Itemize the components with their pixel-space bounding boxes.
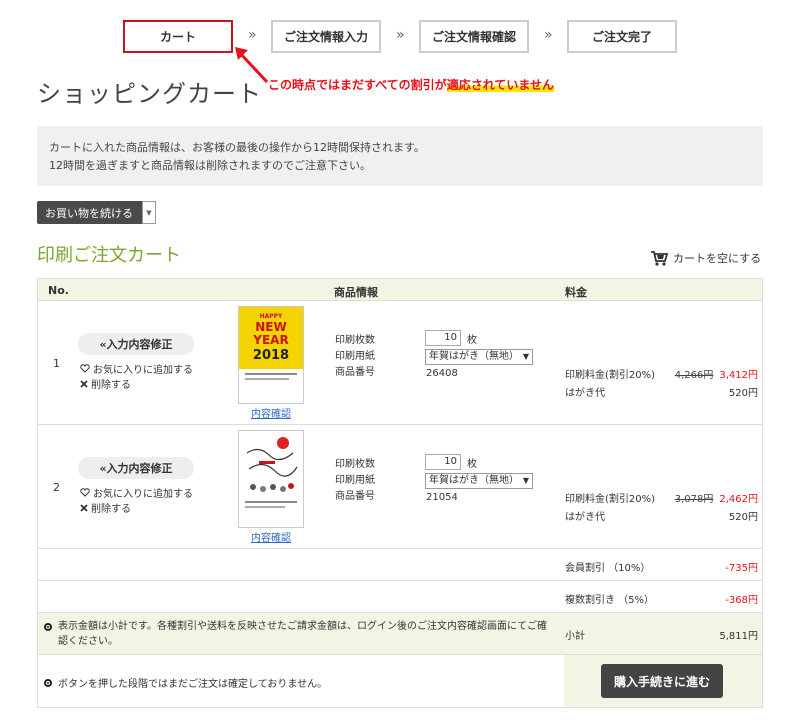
quantity-field: 10 枚 — [425, 454, 477, 470]
cart-retention-notice: カートに入れた商品情報は、お客様の最後の操作から12時間保持されます。 12時間… — [37, 126, 763, 186]
chevron-down-icon[interactable]: ▼ — [142, 201, 156, 224]
svg-text:YEAR: YEAR — [252, 333, 288, 347]
product-thumbnail[interactable]: HAPPY NEW YEAR 2018 — [238, 306, 304, 404]
discounted-price: 2,462円 — [719, 494, 758, 505]
quantity-field: 10 枚 — [425, 330, 477, 346]
product-code: 26408 — [426, 368, 458, 379]
checkout-steps: カート » ご注文情報入力 » ご注文情報確認 » ご注文完了 — [0, 20, 800, 54]
paper-type-select[interactable]: 年賀はがき（無地） ▼ — [425, 349, 533, 365]
view-content-link[interactable]: 内容確認 — [240, 529, 302, 544]
svg-text:HAPPY: HAPPY — [260, 313, 283, 320]
step-order-complete: ご注文完了 — [567, 20, 677, 53]
cart-table: No. 商品情報 料金 1 « 入力内容修正 お気に入りに追加する 削除する H… — [37, 278, 763, 708]
checkout-row: ボタンを押した段階ではまだご注文は確定しておりません。 購入手続きに進む — [38, 655, 762, 707]
cart-icon — [651, 251, 668, 266]
heart-icon — [80, 364, 90, 373]
subtotal-row: 表示金額は小計です。各種割引や送料を反映させたご請求金額は、ログイン後のご注文内… — [38, 613, 762, 655]
continue-shopping-button[interactable]: お買い物を続ける — [37, 201, 142, 224]
delete-item-link[interactable]: 削除する — [80, 376, 131, 391]
subtotal-label: 小計 — [565, 631, 585, 642]
discounted-price: 3,412円 — [719, 370, 758, 381]
section-title: 印刷ご注文カート — [37, 245, 181, 266]
price-labels: 印刷料金(割引20%) はがき代 — [565, 370, 656, 399]
continue-shopping-control[interactable]: お買い物を続ける ▼ — [37, 201, 156, 224]
multi-discount-row: 複数割引き （5%） -368円 — [38, 581, 762, 613]
step-cart: カート — [123, 20, 233, 53]
proceed-to-checkout-button[interactable]: 購入手続きに進む — [601, 664, 723, 698]
price-values: 3,078円 2,462円 520円 — [675, 491, 758, 527]
step-separator: » — [396, 27, 405, 43]
delete-item-link[interactable]: 削除する — [80, 500, 131, 515]
bullet-icon — [44, 623, 52, 631]
close-icon — [80, 503, 88, 512]
edit-order-button[interactable]: « 入力内容修正 — [78, 457, 194, 479]
step-separator: » — [544, 27, 553, 43]
new-year-card-image: HAPPY NEW YEAR 2018 — [239, 307, 303, 380]
card-fee: 520円 — [728, 512, 758, 523]
chevron-down-icon: ▼ — [522, 476, 529, 485]
header-no: No. — [48, 284, 69, 297]
chevron-down-icon: ▼ — [522, 352, 529, 361]
member-discount-row: 会員割引 （10%） -735円 — [38, 549, 762, 581]
annotation-text: この時点ではまだすべての割引が適応されていません — [268, 78, 554, 92]
card-fee: 520円 — [728, 388, 758, 399]
product-info-labels: 印刷枚数 印刷用紙 商品番号 — [335, 459, 375, 502]
original-price: 3,078円 — [674, 494, 714, 505]
checkout-note: ボタンを押した段階ではまだご注文は確定しておりません。 — [38, 655, 564, 707]
product-info-labels: 印刷枚数 印刷用紙 商品番号 — [335, 335, 375, 378]
product-thumbnail[interactable] — [238, 430, 304, 528]
empty-cart-button[interactable]: カートを空にする — [650, 250, 761, 266]
subtotal-note: 表示金額は小計です。各種割引や送料を反映させたご請求金額は、ログイン後のご注文内… — [38, 613, 564, 654]
row-number: 2 — [53, 481, 60, 494]
table-header: No. 商品情報 料金 — [38, 279, 762, 301]
row-number: 1 — [53, 357, 60, 370]
add-favorite-link[interactable]: お気に入りに追加する — [80, 361, 193, 376]
step-separator: » — [248, 27, 257, 43]
paper-type-select[interactable]: 年賀はがき（無地） ▼ — [425, 473, 533, 489]
original-price: 4,266円 — [674, 370, 714, 381]
edit-order-button[interactable]: « 入力内容修正 — [78, 333, 194, 355]
step-order-confirm: ご注文情報確認 — [419, 20, 529, 53]
page-title: ショッピングカート — [37, 80, 262, 108]
table-row: 2 « 入力内容修正 お気に入りに追加する 削除する 内容確認 印刷枚数 印刷用… — [38, 425, 762, 549]
subtotal-value: 5,811円 — [719, 631, 758, 642]
svg-text:2018: 2018 — [253, 348, 289, 363]
header-price: 料金 — [565, 286, 587, 299]
table-row: 1 « 入力内容修正 お気に入りに追加する 削除する HAPPY NEW YEA… — [38, 301, 762, 425]
close-icon — [80, 379, 88, 388]
add-favorite-link[interactable]: お気に入りに追加する — [80, 485, 193, 500]
header-product-info: 商品情報 — [334, 286, 378, 299]
heart-icon — [80, 488, 90, 497]
svg-text:NEW: NEW — [255, 320, 286, 334]
bullet-icon — [44, 679, 52, 687]
price-values: 4,266円 3,412円 520円 — [675, 367, 758, 403]
view-content-link[interactable]: 内容確認 — [240, 405, 302, 420]
quantity-input[interactable]: 10 — [425, 454, 461, 470]
new-year-card-image — [245, 437, 298, 508]
step-order-input: ご注文情報入力 — [271, 20, 381, 53]
quantity-input[interactable]: 10 — [425, 330, 461, 346]
price-labels: 印刷料金(割引20%) はがき代 — [565, 494, 656, 523]
product-code: 21054 — [426, 492, 458, 503]
